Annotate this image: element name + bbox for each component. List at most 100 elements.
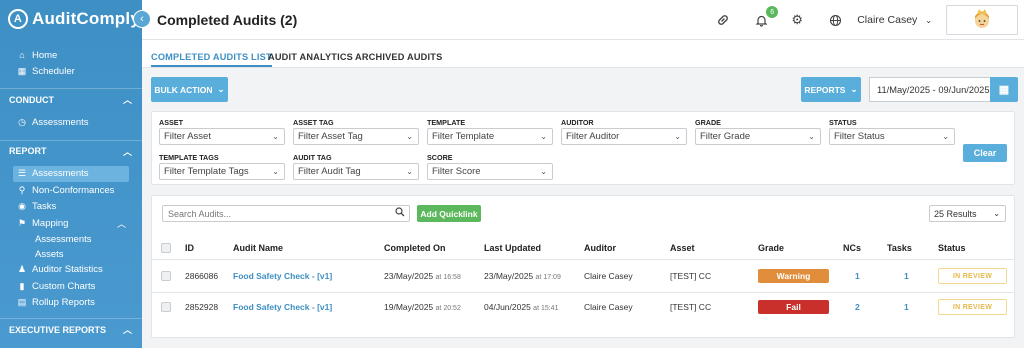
add-quicklink-button[interactable]: Add Quicklink <box>417 205 481 222</box>
section-report[interactable]: REPORT ︿ <box>0 139 142 162</box>
chevron-down-icon: ⌄ <box>217 84 225 94</box>
filter-asset-tag-select[interactable]: Filter Asset Tag ⌄ <box>293 128 419 145</box>
column-header-audit-name[interactable]: Audit Name <box>233 243 283 253</box>
list-icon: ☰ <box>17 168 27 178</box>
chevron-down-icon: ⌄ <box>993 209 1000 218</box>
filter-template-tags-select[interactable]: Filter Template Tags ⌄ <box>159 163 285 180</box>
notification-badge: 6 <box>766 6 779 18</box>
page-title: Completed Audits (2) <box>157 11 298 28</box>
results-per-page-select[interactable]: 25 Results ⌄ <box>929 205 1006 222</box>
search-user-icon: ⚲ <box>18 184 26 195</box>
section-conduct[interactable]: CONDUCT ︿ <box>0 88 142 110</box>
sidebar-item-auditor-statistics[interactable]: ♟ Auditor Statistics <box>0 262 142 278</box>
chevron-down-icon: ⌄ <box>942 132 949 141</box>
chevron-down-icon: ⌄ <box>808 132 815 141</box>
search-icon[interactable] <box>395 207 405 220</box>
tab-archived-audits[interactable]: ARCHIVED AUDITS <box>355 52 442 62</box>
audit-name-link[interactable]: Food Safety Check - [v1] <box>233 271 332 281</box>
chevron-up-icon: ︿ <box>122 325 132 335</box>
tab-audit-analytics[interactable]: AUDIT ANALYTICS <box>268 52 353 62</box>
sidebar-item-home[interactable]: ⌂ Home <box>0 47 142 63</box>
ncs-count[interactable]: 1 <box>855 271 860 281</box>
globe-icon[interactable] <box>827 12 843 28</box>
select-all-checkbox[interactable] <box>161 243 171 253</box>
tab-completed-audits-list[interactable]: COMPLETED AUDITS LIST <box>151 52 272 67</box>
filter-label-template: TEMPLATE <box>427 118 466 127</box>
chevron-down-icon: ⌄ <box>850 84 858 94</box>
sidebar-item-non-conformances[interactable]: ⚲ Non-Conformances <box>0 182 142 198</box>
chevron-up-icon: ︿ <box>116 218 126 229</box>
bell-icon[interactable]: 6 <box>753 6 779 28</box>
row-checkbox[interactable] <box>161 271 171 281</box>
chevron-down-icon: ⌄ <box>674 132 681 141</box>
users-icon: ♟ <box>17 264 27 274</box>
bulk-action-button[interactable]: BULK ACTION ⌄ <box>151 77 228 102</box>
avatar[interactable] <box>946 5 1018 35</box>
row-id: 2866086 <box>185 271 219 281</box>
grade-badge: Warning <box>758 269 829 283</box>
grade-badge: Fail <box>758 300 829 314</box>
date-range-input[interactable]: 11/May/2025 - 09/Jun/2025 <box>869 77 991 102</box>
column-header-status[interactable]: Status <box>938 243 966 253</box>
search-input[interactable]: Search Audits... <box>162 205 410 222</box>
tasks-icon: ◉ <box>18 201 26 211</box>
status-badge: IN REVIEW <box>938 299 1007 315</box>
clear-filters-button[interactable]: Clear <box>963 144 1007 162</box>
divider <box>152 292 1014 293</box>
tasks-count[interactable]: 1 <box>904 271 909 281</box>
filter-score-select[interactable]: Filter Score ⌄ <box>427 163 553 180</box>
audits-table-panel: Search Audits... Add Quicklink 25 Result… <box>151 195 1015 338</box>
link-icon[interactable] <box>715 12 731 28</box>
chevron-down-icon: ⌄ <box>406 167 413 176</box>
row-checkbox[interactable] <box>161 302 171 312</box>
sidebar-item-mapping[interactable]: ⚑ Mapping ︿ <box>0 215 142 231</box>
ncs-count[interactable]: 2 <box>855 302 860 312</box>
column-header-auditor[interactable]: Auditor <box>584 243 616 253</box>
asset-name: [TEST] CC <box>670 271 712 281</box>
completed-on: 19/May/2025 at 20:52 <box>384 302 461 312</box>
reports-button[interactable]: REPORTS ⌄ <box>801 77 861 102</box>
filter-template-select[interactable]: Filter Template ⌄ <box>427 128 553 145</box>
asset-name: [TEST] CC <box>670 302 712 312</box>
column-header-completed-on[interactable]: Completed On <box>384 243 446 253</box>
filter-auditor-select[interactable]: Filter Auditor ⌄ <box>561 128 687 145</box>
chevron-up-icon: ︿ <box>122 95 132 105</box>
column-header-last-updated[interactable]: Last Updated <box>484 243 541 253</box>
column-header-id[interactable]: ID <box>185 243 194 253</box>
calendar-button[interactable]: ▦ <box>990 77 1018 102</box>
app-logo[interactable]: A AuditComply <box>0 0 142 38</box>
filter-label-status: STATUS <box>829 118 857 127</box>
filter-status-select[interactable]: Filter Status ⌄ <box>829 128 955 145</box>
last-updated: 23/May/2025 at 17:09 <box>484 271 561 281</box>
filter-asset-select[interactable]: Filter Asset ⌄ <box>159 128 285 145</box>
sidebar-item-report-assessments[interactable]: ☰ Assessments <box>13 165 129 182</box>
sidebar-item-tasks[interactable]: ◉ Tasks <box>0 199 142 215</box>
filter-grade-select[interactable]: Filter Grade ⌄ <box>695 128 821 145</box>
map-pin-icon: ⚑ <box>17 217 27 228</box>
filter-label-asset: ASSET <box>159 118 183 127</box>
bar-chart-icon: ▮ <box>19 280 25 291</box>
chevron-down-icon: ⌄ <box>272 132 279 141</box>
sidebar-item-custom-charts[interactable]: ▮ Custom Charts <box>0 278 142 294</box>
sidebar-item-scheduler[interactable]: ▦ Scheduler <box>0 64 142 80</box>
column-header-tasks[interactable]: Tasks <box>887 243 912 253</box>
tasks-count[interactable]: 1 <box>904 302 909 312</box>
collapse-sidebar-button[interactable]: ‹ <box>133 10 151 28</box>
column-header-asset[interactable]: Asset <box>670 243 695 253</box>
column-header-grade[interactable]: Grade <box>758 243 784 253</box>
column-header-ncs[interactable]: NCs <box>843 243 861 253</box>
audit-name-link[interactable]: Food Safety Check - [v1] <box>233 302 332 312</box>
filter-audit-tag-select[interactable]: Filter Audit Tag ⌄ <box>293 163 419 180</box>
filter-label-template-tags: TEMPLATE TAGS <box>159 153 219 162</box>
row-id: 2852928 <box>185 302 219 312</box>
clock-icon: ◷ <box>18 116 26 127</box>
gear-icon[interactable]: ⚙ <box>789 12 805 28</box>
section-executive-reports[interactable]: EXECUTIVE REPORTS ︿ <box>0 318 142 340</box>
user-menu[interactable]: Claire Casey ⌄ <box>857 14 932 26</box>
sidebar-subitem-assets[interactable]: Assets <box>0 247 142 262</box>
filter-panel: ASSET Filter Asset ⌄ ASSET TAG Filter Ass… <box>151 111 1015 185</box>
divider <box>152 259 1014 260</box>
sidebar-item-rollup-reports[interactable]: ▤ Rollup Reports <box>0 295 142 311</box>
sidebar-subitem-assessments[interactable]: Assessments <box>0 232 142 247</box>
sidebar-item-conduct-assessments[interactable]: ◷ Assessments <box>0 114 142 130</box>
